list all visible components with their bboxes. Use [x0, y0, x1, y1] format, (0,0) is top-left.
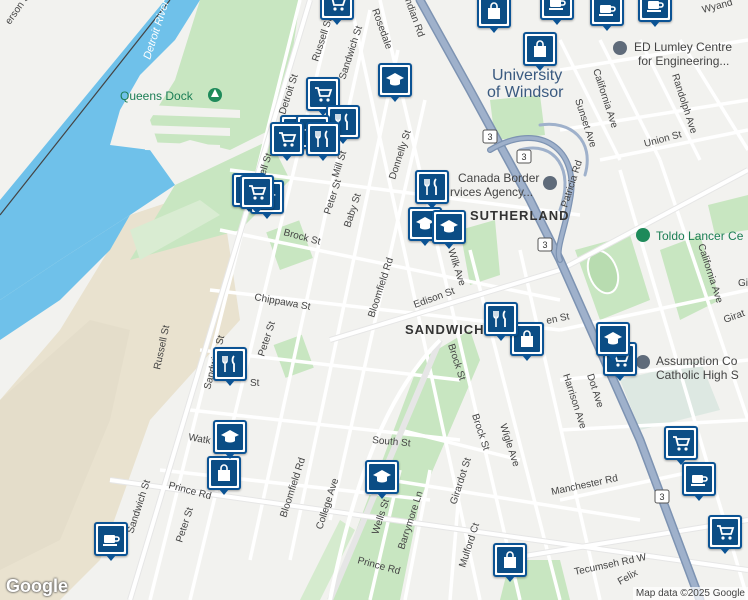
map-marker[interactable]: [306, 122, 340, 161]
map-marker[interactable]: [540, 0, 574, 25]
coffee-icon: [98, 526, 124, 552]
map-marker[interactable]: [484, 302, 518, 341]
highway-shield: 3: [537, 237, 553, 252]
assumption-label-1: Assumption Co: [656, 354, 738, 368]
map-marker[interactable]: [493, 543, 527, 582]
map-marker[interactable]: [432, 210, 466, 249]
sandwich-label: SANDWICH: [405, 322, 485, 337]
coffee-icon: [686, 466, 712, 492]
shopping-cart-icon: [712, 519, 738, 545]
school-place-icon: [636, 355, 650, 369]
map-view[interactable]: 3 3 3 3 Detroit River Queens Dock Univer…: [0, 0, 748, 600]
school-icon: [382, 67, 408, 93]
highway-shield: 3: [516, 149, 532, 164]
svg-text:3: 3: [521, 152, 526, 162]
highway-shield: 3: [654, 489, 670, 504]
map-marker[interactable]: [708, 515, 742, 554]
lumley-label-1: ED Lumley Centre: [634, 40, 732, 54]
shopping-bag-icon: [211, 460, 237, 486]
map-marker[interactable]: [523, 32, 557, 71]
restaurant-icon: [419, 174, 445, 200]
restaurant-icon: [310, 126, 336, 152]
map-base: 3 3 3 3 Detroit River Queens Dock Univer…: [0, 0, 748, 600]
map-marker[interactable]: [590, 0, 624, 31]
svg-text:3: 3: [487, 132, 492, 142]
park-icon: [636, 228, 650, 242]
street-label: Gi: [738, 278, 748, 289]
restaurant-icon: [488, 306, 514, 332]
map-marker[interactable]: [378, 63, 412, 102]
shopping-cart-icon: [324, 0, 350, 16]
border-label-2: rvices Agency...: [450, 185, 533, 199]
map-marker[interactable]: [638, 0, 672, 27]
map-marker[interactable]: [596, 322, 630, 361]
school-icon: [436, 214, 462, 240]
restaurant-icon: [217, 351, 243, 377]
toldo-label: Toldo Lancer Ce: [656, 229, 744, 243]
map-marker[interactable]: [477, 0, 511, 33]
map-marker[interactable]: [682, 462, 716, 501]
map-marker[interactable]: [94, 522, 128, 561]
svg-text:3: 3: [542, 240, 547, 250]
shopping-bag-icon: [497, 547, 523, 573]
government-icon: [543, 176, 557, 190]
university-icon: [613, 41, 627, 55]
shopping-cart-icon: [310, 81, 336, 107]
google-logo: Google: [6, 576, 68, 596]
university-label-1: University: [492, 67, 562, 84]
school-icon: [600, 326, 626, 352]
school-icon: [217, 424, 243, 450]
lumley-label-2: for Engineering...: [638, 54, 729, 68]
coffee-icon: [544, 0, 570, 16]
shopping-bag-icon: [481, 0, 507, 24]
shopping-cart-icon: [668, 430, 694, 456]
school-icon: [369, 464, 395, 490]
svg-text:3: 3: [659, 492, 664, 502]
street-label: St: [250, 378, 260, 389]
shopping-cart-icon: [274, 126, 300, 152]
map-marker[interactable]: [664, 426, 698, 465]
shopping-cart-icon: [244, 179, 270, 205]
coffee-icon: [642, 0, 668, 18]
map-marker[interactable]: [213, 420, 247, 459]
map-marker[interactable]: [415, 170, 449, 209]
coffee-icon: [594, 0, 620, 22]
map-marker[interactable]: [320, 0, 354, 25]
map-marker[interactable]: [213, 347, 247, 386]
border-label-1: Canada Border: [458, 171, 539, 185]
map-attribution[interactable]: Map data ©2025 Google: [632, 587, 748, 600]
highway-shield: 3: [482, 129, 498, 144]
map-marker[interactable]: [240, 175, 274, 214]
svg-text:Queens Dock: Queens Dock: [120, 89, 194, 103]
assumption-label-2: Catholic High S: [656, 368, 739, 382]
university-label-2: of Windsor: [487, 84, 564, 101]
map-marker[interactable]: [270, 122, 304, 161]
map-marker[interactable]: [365, 460, 399, 499]
map-marker[interactable]: [207, 456, 241, 495]
shopping-bag-icon: [527, 36, 553, 62]
sutherland-label: SUTHERLAND: [470, 208, 570, 223]
